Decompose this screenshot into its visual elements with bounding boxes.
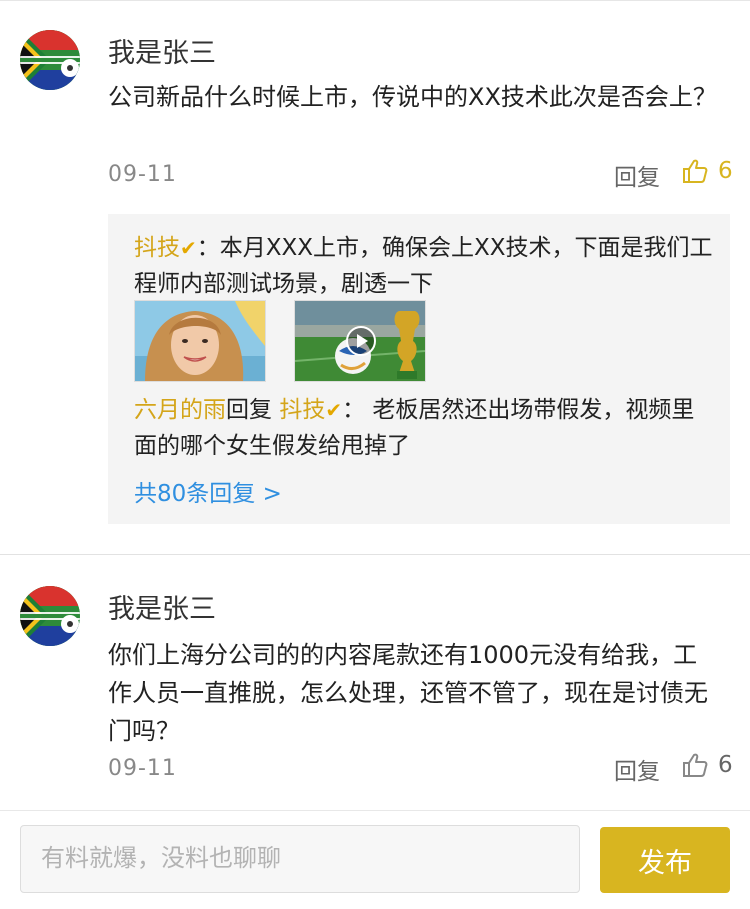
- reply-colon: ：: [342, 397, 366, 423]
- reply-colon: ：: [196, 235, 220, 261]
- reply-video-thumbnail[interactable]: [294, 300, 426, 382]
- reply-text: 本月XXX上市，确保会上XX技术，下面是我们工程师内部测试场景，剧透一下: [134, 235, 713, 297]
- top-divider: [0, 0, 750, 1]
- verified-icon: ✔: [325, 398, 343, 422]
- username[interactable]: 我是张三: [108, 592, 216, 628]
- soccer-video-image: [295, 301, 425, 381]
- like-count: 6: [718, 158, 733, 184]
- reply-author[interactable]: 抖技: [134, 235, 180, 261]
- comment-text: 你们上海分公司的的内容尾款还有1000元没有给我，工作人员一直推脱，怎么处理，还…: [108, 641, 708, 745]
- reply-button[interactable]: 回复: [614, 158, 660, 192]
- like-button[interactable]: 6: [682, 158, 733, 184]
- comment-text: 公司新品什么时候上市，传说中的XX技术此次是否会上？: [108, 83, 717, 111]
- submit-button[interactable]: 发布: [600, 827, 730, 893]
- portrait-image: [135, 301, 265, 381]
- like-button[interactable]: 6: [682, 752, 733, 778]
- comment-input[interactable]: [20, 825, 580, 893]
- reply-item: 抖技✔：本月XXX上市，确保会上XX技术，下面是我们工程师内部测试场景，剧透一下: [134, 230, 714, 302]
- comment-date: 09-11: [108, 756, 177, 781]
- verified-icon: ✔: [180, 236, 197, 260]
- avatar[interactable]: [20, 586, 80, 646]
- avatar-flag-icon: [20, 30, 80, 90]
- comment-date: 09-11: [108, 162, 177, 187]
- avatar-flag-icon: [20, 586, 80, 646]
- reply-thread: 抖技✔：本月XXX上市，确保会上XX技术，下面是我们工程师内部测试场景，剧透一下: [108, 214, 730, 524]
- reply-mid-label: 回复: [226, 397, 272, 423]
- like-count: 6: [718, 752, 733, 778]
- reply-target[interactable]: 抖技: [279, 397, 325, 423]
- reply-button[interactable]: 回复: [614, 752, 660, 786]
- comment-divider: [0, 554, 750, 555]
- username[interactable]: 我是张三: [108, 36, 216, 72]
- reply-author[interactable]: 六月的雨: [134, 397, 226, 423]
- avatar[interactable]: [20, 30, 80, 90]
- reply-image-thumbnail[interactable]: [134, 300, 266, 382]
- thumbs-up-icon: [683, 159, 708, 183]
- reply-item: 六月的雨回复 抖技✔： 老板居然还出场带假发，视频里面的哪个女生假发给甩掉了: [134, 392, 714, 464]
- comment-compose-bar: 发布: [0, 810, 750, 909]
- more-replies-link[interactable]: 共80条回复 >: [134, 474, 282, 508]
- thumbs-up-icon: [683, 753, 708, 777]
